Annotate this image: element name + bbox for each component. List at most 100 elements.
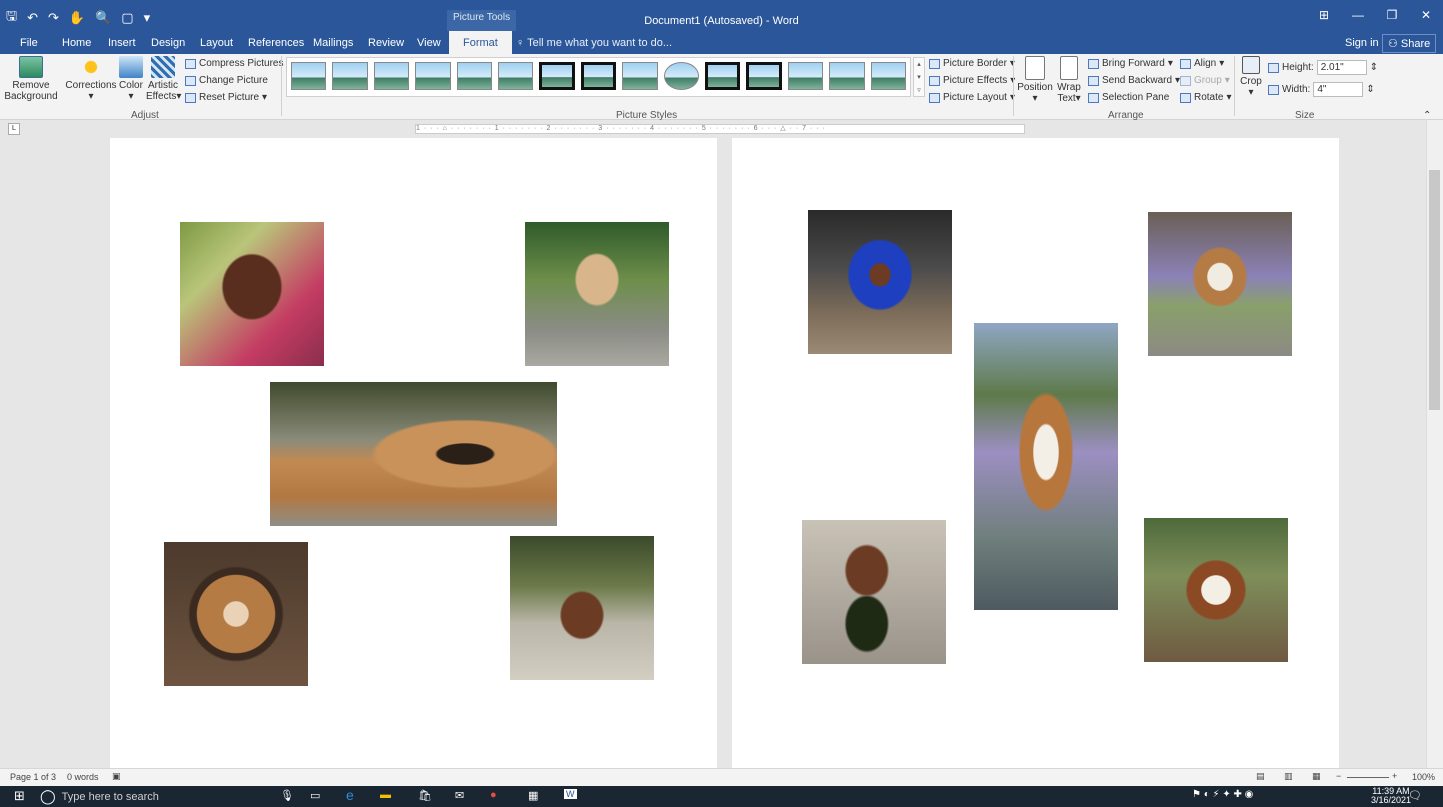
picture-border-button[interactable]: Picture Border▾ <box>929 58 1015 69</box>
dog-photo[interactable] <box>808 210 952 354</box>
share-button[interactable]: ⚇ Share <box>1382 34 1437 53</box>
tab-mailings[interactable]: Mailings <box>313 37 353 49</box>
align-button[interactable]: Align ▾ <box>1180 58 1224 69</box>
picture-layout-button[interactable]: Picture Layout▾ <box>929 92 1015 103</box>
tab-layout[interactable]: Layout <box>200 37 233 49</box>
picture-style-thumb[interactable] <box>622 62 658 90</box>
word-count[interactable]: 0 words <box>67 772 99 782</box>
crop-button[interactable]: Crop ▾ <box>1238 56 1264 98</box>
sign-in-link[interactable]: Sign in <box>1345 37 1379 49</box>
scrollbar-thumb[interactable] <box>1429 170 1440 410</box>
artistic-effects-button[interactable]: Artistic Effects▾ <box>146 56 181 102</box>
picture-style-thumb[interactable] <box>291 62 327 90</box>
picture-style-thumb[interactable] <box>870 62 906 90</box>
wrap-text-button[interactable]: Wrap Text▾ <box>1055 56 1083 104</box>
restore-icon[interactable]: ❐ <box>1375 8 1409 22</box>
picture-style-thumb[interactable] <box>746 62 782 90</box>
microphone-icon[interactable]: 🎙 <box>280 789 294 802</box>
remove-background-button[interactable]: Remove Background <box>4 56 58 102</box>
reset-picture-button[interactable]: Reset Picture ▾ <box>185 92 267 103</box>
styles-gallery-scroll[interactable]: ▴ ▾ ▿ <box>913 57 925 97</box>
change-picture-button[interactable]: Change Picture <box>185 75 268 86</box>
zoom-in-icon[interactable]: + <box>1392 771 1397 781</box>
rotate-button[interactable]: Rotate ▾ <box>1180 92 1232 103</box>
dog-photo[interactable] <box>510 536 654 680</box>
minimize-icon[interactable]: — <box>1341 8 1375 22</box>
picture-style-thumb[interactable] <box>456 62 492 90</box>
compress-pictures-button[interactable]: Compress Pictures <box>185 58 283 69</box>
zoom-level[interactable]: 100% <box>1412 772 1435 782</box>
web-layout-icon[interactable]: ▦ <box>1312 771 1321 782</box>
picture-style-thumb[interactable] <box>580 62 617 90</box>
tab-home[interactable]: Home <box>62 37 91 49</box>
picture-style-thumb[interactable] <box>415 62 451 90</box>
page-count[interactable]: Page 1 of 3 <box>10 772 56 782</box>
print-layout-icon[interactable]: ▥ <box>1284 771 1293 782</box>
read-mode-icon[interactable]: ▤ <box>1256 771 1265 782</box>
height-input[interactable]: 2.01" <box>1316 60 1367 75</box>
picture-effects-button[interactable]: Picture Effects▾ <box>929 75 1015 86</box>
align-label: Align <box>1194 58 1217 69</box>
proofing-icon[interactable]: ▣ <box>112 771 121 782</box>
close-icon[interactable]: ✕ <box>1409 8 1443 22</box>
file-explorer-icon[interactable]: ▬ <box>380 789 391 801</box>
tab-selector-icon[interactable]: L <box>8 123 20 135</box>
chrome-icon[interactable]: ● <box>490 789 497 801</box>
picture-style-thumb[interactable] <box>787 62 824 90</box>
edge-icon[interactable]: e <box>346 787 354 803</box>
zoom-out-icon[interactable]: − <box>1336 771 1341 781</box>
dog-photo[interactable] <box>164 542 308 686</box>
corrections-button[interactable]: Corrections ▾ <box>65 56 117 102</box>
horizontal-ruler[interactable]: 1 · · · ⌂ · · · · · · · 1 · · · · · · · … <box>415 124 1025 134</box>
tab-format[interactable]: Format <box>449 31 512 54</box>
position-button[interactable]: Position ▾ <box>1017 56 1053 104</box>
selection-pane-button[interactable]: Selection Pane <box>1088 92 1169 103</box>
picture-styles-gallery[interactable] <box>286 57 911 97</box>
dog-photo[interactable] <box>180 222 324 366</box>
store-icon[interactable]: 🛍 <box>418 789 432 802</box>
group-button[interactable]: Group ▾ <box>1180 75 1230 86</box>
taskbar-search[interactable]: ◯ Type here to search <box>40 788 275 805</box>
tab-insert[interactable]: Insert <box>108 37 136 49</box>
tab-design[interactable]: Design <box>151 37 185 49</box>
picture-style-thumb[interactable] <box>829 62 865 90</box>
height-spinner-icon[interactable]: ⇕ <box>1370 62 1378 73</box>
picture-style-thumb[interactable] <box>663 62 699 90</box>
color-button[interactable]: Color ▾ <box>118 56 144 102</box>
width-input[interactable]: 4" <box>1313 82 1364 97</box>
vertical-scrollbar[interactable] <box>1426 120 1443 768</box>
width-spinner-icon[interactable]: ⇕ <box>1366 84 1374 95</box>
more-icon[interactable]: ▿ <box>917 87 921 94</box>
ribbon-display-icon[interactable]: ⊞ <box>1307 8 1341 22</box>
dog-photo[interactable] <box>1148 212 1292 356</box>
calculator-icon[interactable]: ▦ <box>528 789 538 802</box>
system-tray-icons[interactable]: ⚑ ◐ ⚡ ✦ ✚ ◉ <box>1192 789 1253 800</box>
word-taskbar-icon[interactable]: W <box>564 789 577 799</box>
picture-style-thumb[interactable] <box>497 62 534 90</box>
tab-references[interactable]: References <box>248 37 304 49</box>
picture-style-thumb[interactable] <box>332 62 368 90</box>
dog-photo[interactable] <box>270 382 557 526</box>
zoom-slider[interactable] <box>1347 777 1389 778</box>
dog-photo[interactable] <box>802 520 946 664</box>
tab-view[interactable]: View <box>417 37 441 49</box>
windows-start-icon[interactable]: ⊞ <box>14 788 25 804</box>
picture-style-thumb[interactable] <box>704 62 741 90</box>
picture-style-thumb[interactable] <box>539 62 575 90</box>
tell-me-search[interactable]: ♀ Tell me what you want to do... <box>516 37 672 49</box>
height-icon <box>1268 62 1279 73</box>
taskbar-clock[interactable]: 11:39 AM 3/16/2021 <box>1371 787 1411 805</box>
tab-file[interactable]: File <box>20 37 38 49</box>
tab-review[interactable]: Review <box>368 37 404 49</box>
dog-photo[interactable] <box>525 222 669 366</box>
dog-photo[interactable] <box>1144 518 1288 662</box>
scroll-down-icon[interactable]: ▾ <box>917 74 921 81</box>
task-view-icon[interactable]: ▭ <box>310 789 320 802</box>
dog-photo[interactable] <box>974 323 1118 610</box>
scroll-up-icon[interactable]: ▴ <box>917 61 921 68</box>
picture-style-thumb[interactable] <box>373 62 410 90</box>
send-backward-button[interactable]: Send Backward ▾ <box>1088 75 1180 86</box>
notifications-icon[interactable]: 🗨 <box>1408 789 1422 802</box>
mail-icon[interactable]: ✉ <box>455 789 464 802</box>
bring-forward-button[interactable]: Bring Forward ▾ <box>1088 58 1173 69</box>
